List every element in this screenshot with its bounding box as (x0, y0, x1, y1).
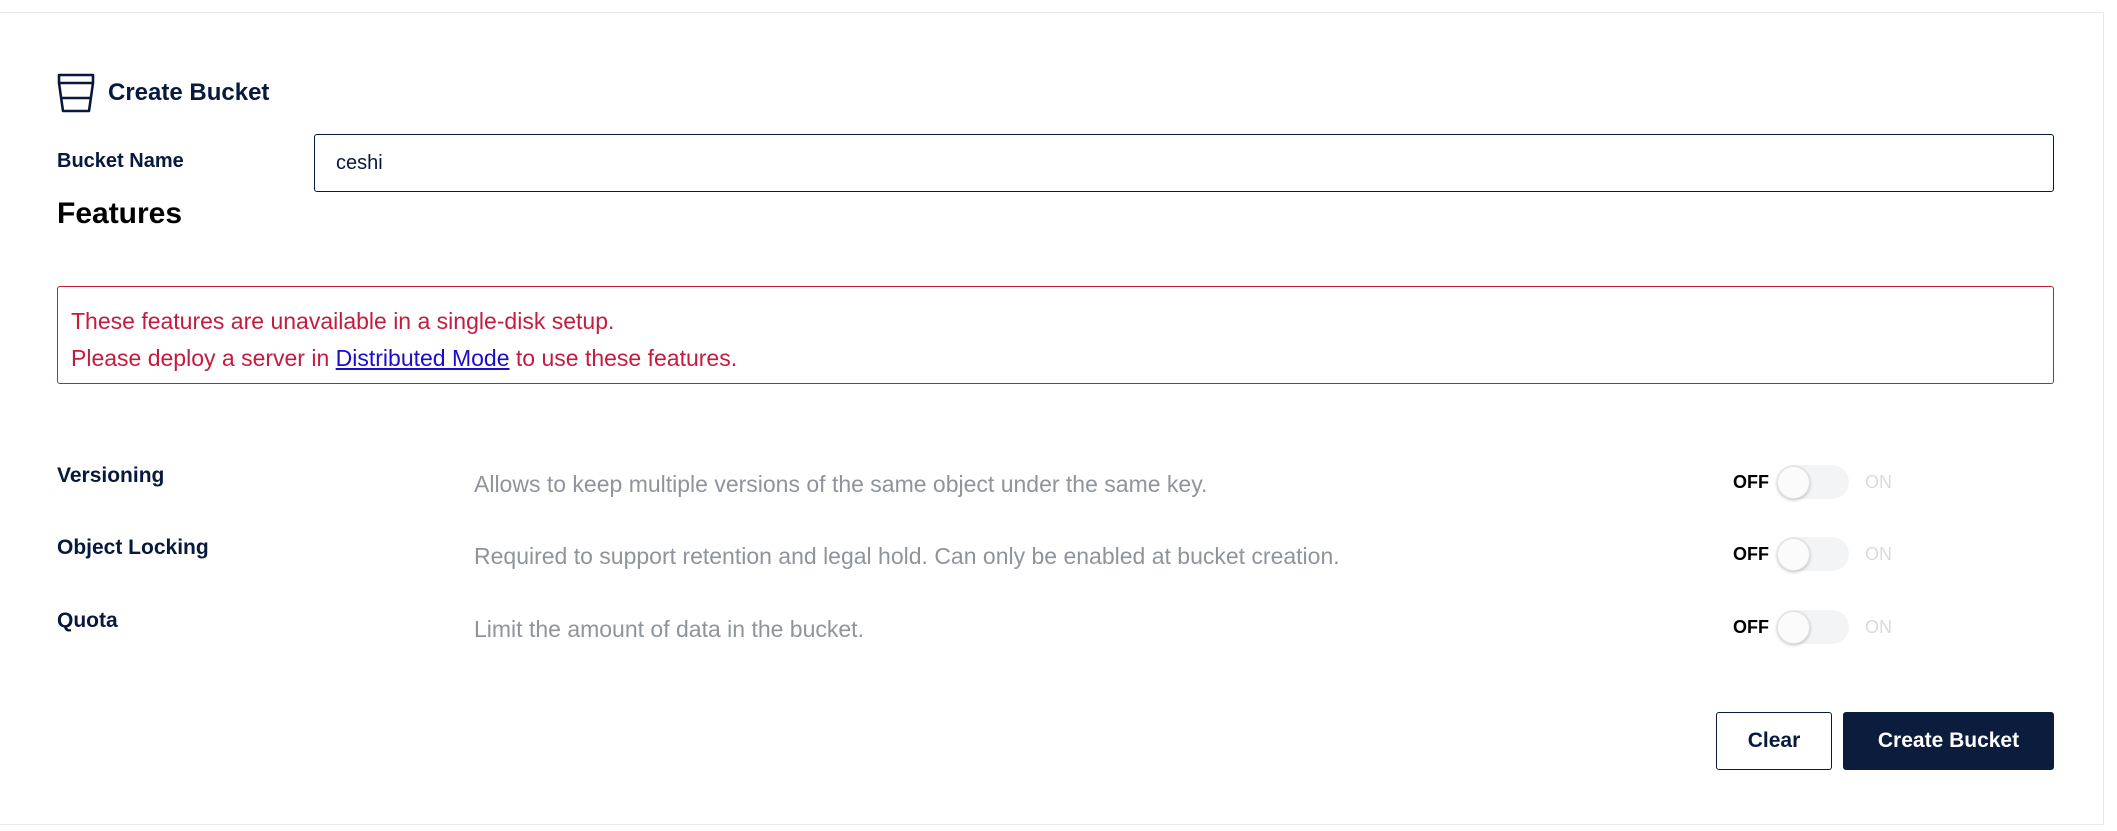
feature-row-object-locking: Object Locking Required to support reten… (57, 536, 1957, 586)
bucket-name-label: Bucket Name (57, 150, 184, 172)
feature-description: Limit the amount of data in the bucket. (474, 616, 864, 642)
features-heading: Features (57, 197, 183, 230)
error-line-2: Please deploy a server in Distributed Mo… (71, 340, 2040, 377)
feature-row-quota: Quota Limit the amount of data in the bu… (57, 609, 1957, 659)
error-line-1: These features are unavailable in a sing… (71, 308, 615, 334)
page-title: Create Bucket (108, 79, 270, 106)
bucket-icon (57, 73, 95, 113)
quota-toggle[interactable]: OFF ON (1733, 609, 1892, 645)
object-locking-toggle[interactable]: OFF ON (1733, 536, 1892, 572)
versioning-toggle[interactable]: OFF ON (1733, 464, 1892, 500)
toggle-switch[interactable] (1777, 537, 1849, 571)
distributed-mode-link[interactable]: Distributed Mode (336, 345, 510, 371)
clear-button[interactable]: Clear (1716, 712, 1832, 770)
error-line-2-prefix: Please deploy a server in (71, 345, 330, 371)
create-bucket-page: Create Bucket Bucket Name Features These… (0, 0, 2117, 831)
toggle-on-label: ON (1865, 616, 1892, 637)
toggle-knob[interactable] (1777, 538, 1810, 571)
error-line-2-suffix: to use these features. (515, 345, 738, 371)
toggle-off-label: OFF (1733, 543, 1769, 564)
create-bucket-button[interactable]: Create Bucket (1843, 712, 2054, 770)
toggle-switch[interactable] (1777, 465, 1849, 499)
toggle-knob[interactable] (1777, 466, 1810, 499)
feature-description: Allows to keep multiple versions of the … (474, 471, 1208, 497)
feature-name: Object Locking (57, 536, 209, 559)
page-header: Create Bucket (56, 71, 269, 115)
toggle-knob[interactable] (1777, 611, 1810, 644)
toggle-off-label: OFF (1733, 616, 1769, 637)
feature-row-versioning: Versioning Allows to keep multiple versi… (57, 464, 1957, 514)
toggle-off-label: OFF (1733, 471, 1769, 492)
toggle-on-label: ON (1865, 543, 1892, 564)
toggle-switch[interactable] (1777, 610, 1849, 644)
feature-name: Versioning (57, 464, 165, 487)
single-disk-error-message: These features are unavailable in a sing… (57, 286, 2054, 384)
toggle-on-label: ON (1865, 471, 1892, 492)
bucket-name-input[interactable] (314, 134, 2054, 192)
feature-description: Required to support retention and legal … (474, 543, 1340, 569)
feature-name: Quota (57, 609, 118, 632)
